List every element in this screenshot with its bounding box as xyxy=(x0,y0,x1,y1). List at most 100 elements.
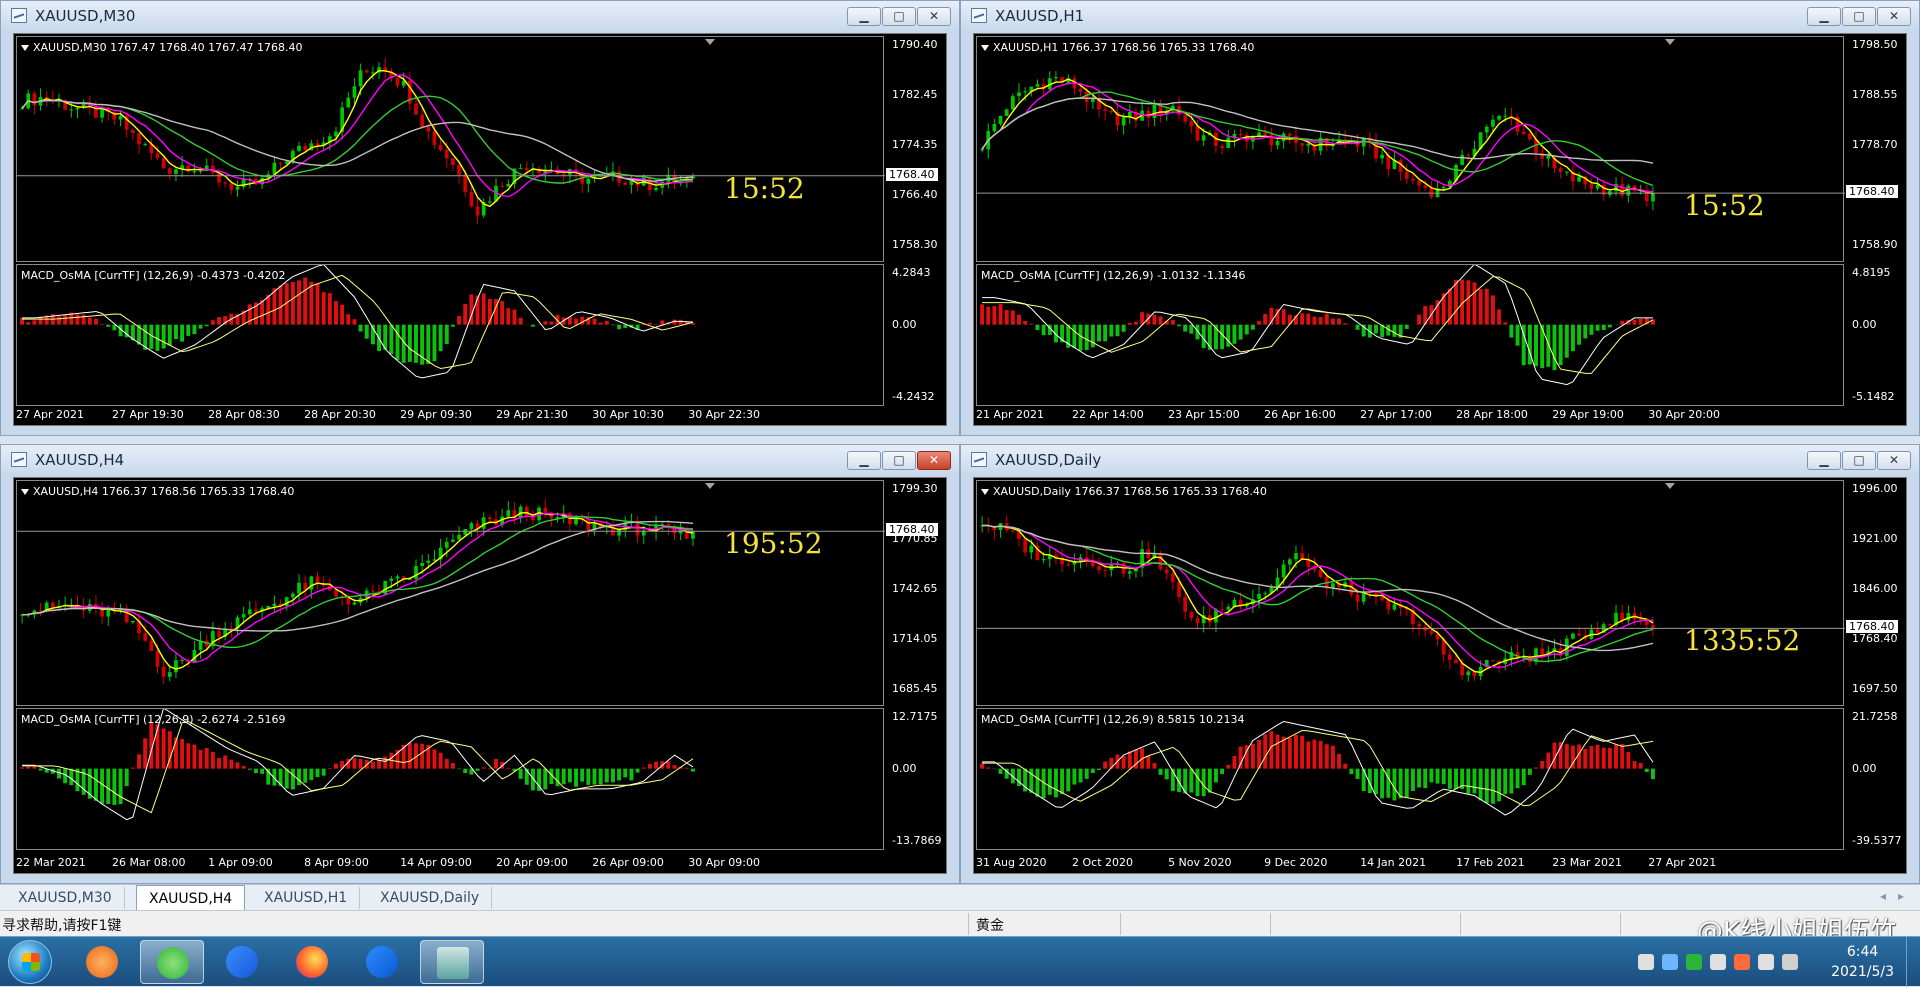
candle-body xyxy=(365,70,369,72)
candle-body xyxy=(426,561,430,563)
minimize-button[interactable]: ▁ xyxy=(1807,451,1841,470)
taskbar-clock[interactable]: 6:442021/5/3 xyxy=(1831,942,1894,982)
macd-histogram-bar xyxy=(1017,315,1021,325)
macd-histogram-bar xyxy=(1639,319,1643,325)
macd-histogram-bar xyxy=(1337,754,1341,769)
candle-body xyxy=(353,86,357,97)
candle-body xyxy=(980,149,984,150)
minimize-button[interactable]: ▁ xyxy=(847,451,881,470)
candle-body xyxy=(1122,118,1126,126)
collapse-triangle-icon[interactable] xyxy=(21,45,29,51)
taskbar-app-button[interactable] xyxy=(70,940,134,984)
tray-security-icon[interactable] xyxy=(1734,954,1750,970)
macd-histogram-bar xyxy=(1263,314,1267,325)
macd-histogram-bar xyxy=(648,323,652,325)
time-tick-label: 28 Apr 18:00 xyxy=(1456,408,1528,421)
tray-network-icon[interactable] xyxy=(1710,954,1726,970)
macd-histogram-bar xyxy=(1423,769,1427,788)
macd-histogram-bar xyxy=(1091,325,1095,348)
taskbar-app-button[interactable] xyxy=(350,940,414,984)
taskbar-app-button[interactable] xyxy=(140,940,204,984)
candlestick-chart xyxy=(977,481,1845,707)
minimize-button[interactable]: ▁ xyxy=(847,7,881,26)
start-button[interactable] xyxy=(8,940,52,984)
taskbar-app-button[interactable] xyxy=(210,940,274,984)
macd-histogram-bar xyxy=(192,745,196,769)
chart-area[interactable]: XAUUSD,H1 1766.37 1768.56 1765.33 1768.4… xyxy=(973,33,1907,426)
candle-body xyxy=(143,144,147,145)
close-button[interactable]: ✕ xyxy=(1877,7,1911,26)
window-titlebar[interactable]: XAUUSD,M30▁□✕ xyxy=(1,1,959,31)
macd-histogram-bar xyxy=(1522,769,1526,785)
tray-signal-icon[interactable] xyxy=(1782,954,1798,970)
tray-shield-icon[interactable] xyxy=(1662,954,1678,970)
taskbar-app-button[interactable] xyxy=(280,940,344,984)
candle-body xyxy=(174,169,178,173)
macd-pane[interactable]: MACD_OsMA [CurrTF] (12,26,9) -1.0132 -1.… xyxy=(976,264,1844,406)
candle-body xyxy=(463,175,467,192)
candle-body xyxy=(1423,186,1427,188)
chart-window[interactable]: XAUUSD,H1▁□✕ XAUUSD,H1 1766.37 1768.56 17… xyxy=(960,0,1920,436)
tab-xauusd-daily[interactable]: XAUUSD,Daily xyxy=(368,887,492,909)
status-bar: 寻求帮助,请按F1键黄金@K线小姐姐伍竹 xyxy=(0,910,1920,936)
tray-info-icon[interactable] xyxy=(1638,954,1654,970)
macd-histogram-bar xyxy=(980,764,984,769)
price-pane[interactable]: XAUUSD,H4 1766.37 1768.56 1765.33 1768.4… xyxy=(16,480,884,706)
tab-xauusd-h4[interactable]: XAUUSD,H4 xyxy=(136,885,245,911)
collapse-triangle-icon[interactable] xyxy=(981,489,989,495)
maximize-button[interactable]: □ xyxy=(882,7,916,26)
close-button[interactable]: ✕ xyxy=(917,451,951,470)
close-button[interactable]: ✕ xyxy=(1877,451,1911,470)
price-tick-label: 1790.40 xyxy=(892,38,938,51)
window-titlebar[interactable]: XAUUSD,Daily▁□✕ xyxy=(961,445,1919,475)
maximize-button[interactable]: □ xyxy=(1842,451,1876,470)
window-titlebar[interactable]: XAUUSD,H4▁□✕ xyxy=(1,445,959,475)
price-tick-label: 1742.65 xyxy=(892,582,938,595)
macd-pane[interactable]: MACD_OsMA [CurrTF] (12,26,9) -2.6274 -2.… xyxy=(16,708,884,850)
candle-body xyxy=(586,519,590,530)
price-pane[interactable]: XAUUSD,M30 1767.47 1768.40 1767.47 1768.… xyxy=(16,36,884,262)
collapse-triangle-icon[interactable] xyxy=(21,489,29,495)
window-titlebar[interactable]: XAUUSD,H1▁□✕ xyxy=(961,1,1919,31)
chart-window-icon xyxy=(971,8,987,23)
price-pane[interactable]: XAUUSD,Daily 1766.37 1768.56 1765.33 176… xyxy=(976,480,1844,706)
chart-area[interactable]: XAUUSD,H4 1766.37 1768.56 1765.33 1768.4… xyxy=(13,477,947,874)
macd-histogram-bar xyxy=(217,758,221,769)
status-separator xyxy=(1120,913,1121,935)
macd-pane[interactable]: MACD_OsMA [CurrTF] (12,26,9) 8.5815 10.2… xyxy=(976,708,1844,850)
maximize-button[interactable]: □ xyxy=(1842,7,1876,26)
tab-xauusd-h1[interactable]: XAUUSD,H1 xyxy=(252,887,360,909)
macd-histogram-bar xyxy=(1356,325,1360,330)
macd-histogram-bar xyxy=(1571,325,1575,351)
taskbar-app-button[interactable] xyxy=(420,940,484,984)
macd-histogram-bar xyxy=(1085,769,1089,779)
tab-xauusd-m30[interactable]: XAUUSD,M30 xyxy=(6,887,125,909)
macd-histogram-bar xyxy=(1263,734,1267,768)
macd-histogram-bar xyxy=(654,324,658,325)
time-tick-label: 27 Apr 19:30 xyxy=(112,408,184,421)
candle-body xyxy=(359,70,363,86)
macd-histogram-bar xyxy=(297,280,301,324)
show-desktop-button[interactable] xyxy=(1906,937,1920,987)
candle-body xyxy=(1430,188,1434,197)
collapse-triangle-icon[interactable] xyxy=(981,45,989,51)
macd-histogram-bar xyxy=(1312,317,1316,325)
chart-area[interactable]: XAUUSD,Daily 1766.37 1768.56 1765.33 176… xyxy=(973,477,1907,874)
price-pane[interactable]: XAUUSD,H1 1766.37 1768.56 1765.33 1768.4… xyxy=(976,36,1844,262)
macd-tick-label: -5.1482 xyxy=(1852,390,1894,403)
macd-histogram-bar xyxy=(1183,325,1187,332)
tray-volume-icon[interactable] xyxy=(1758,954,1774,970)
chart-window[interactable]: XAUUSD,H4▁□✕ XAUUSD,H4 1766.37 1768.56 17… xyxy=(0,444,960,884)
minimize-button[interactable]: ▁ xyxy=(1807,7,1841,26)
maximize-button[interactable]: □ xyxy=(882,451,916,470)
close-button[interactable]: ✕ xyxy=(917,7,951,26)
tray-wechat-icon[interactable] xyxy=(1686,954,1702,970)
chart-area[interactable]: XAUUSD,M30 1767.47 1768.40 1767.47 1768.… xyxy=(13,33,947,426)
candle-body xyxy=(500,186,504,187)
macd-pane[interactable]: MACD_OsMA [CurrTF] (12,26,9) -0.4373 -0.… xyxy=(16,264,884,406)
macd-tick-label: 0.00 xyxy=(1852,318,1877,331)
tab-scroll-right-icon[interactable]: ▸ xyxy=(1898,889,1904,903)
chart-window[interactable]: XAUUSD,M30▁□✕ XAUUSD,M30 1767.47 1768.40 … xyxy=(0,0,960,436)
tab-scroll-left-icon[interactable]: ◂ xyxy=(1880,889,1886,903)
chart-window[interactable]: XAUUSD,Daily▁□✕ XAUUSD,Daily 1766.37 1768… xyxy=(960,444,1920,884)
